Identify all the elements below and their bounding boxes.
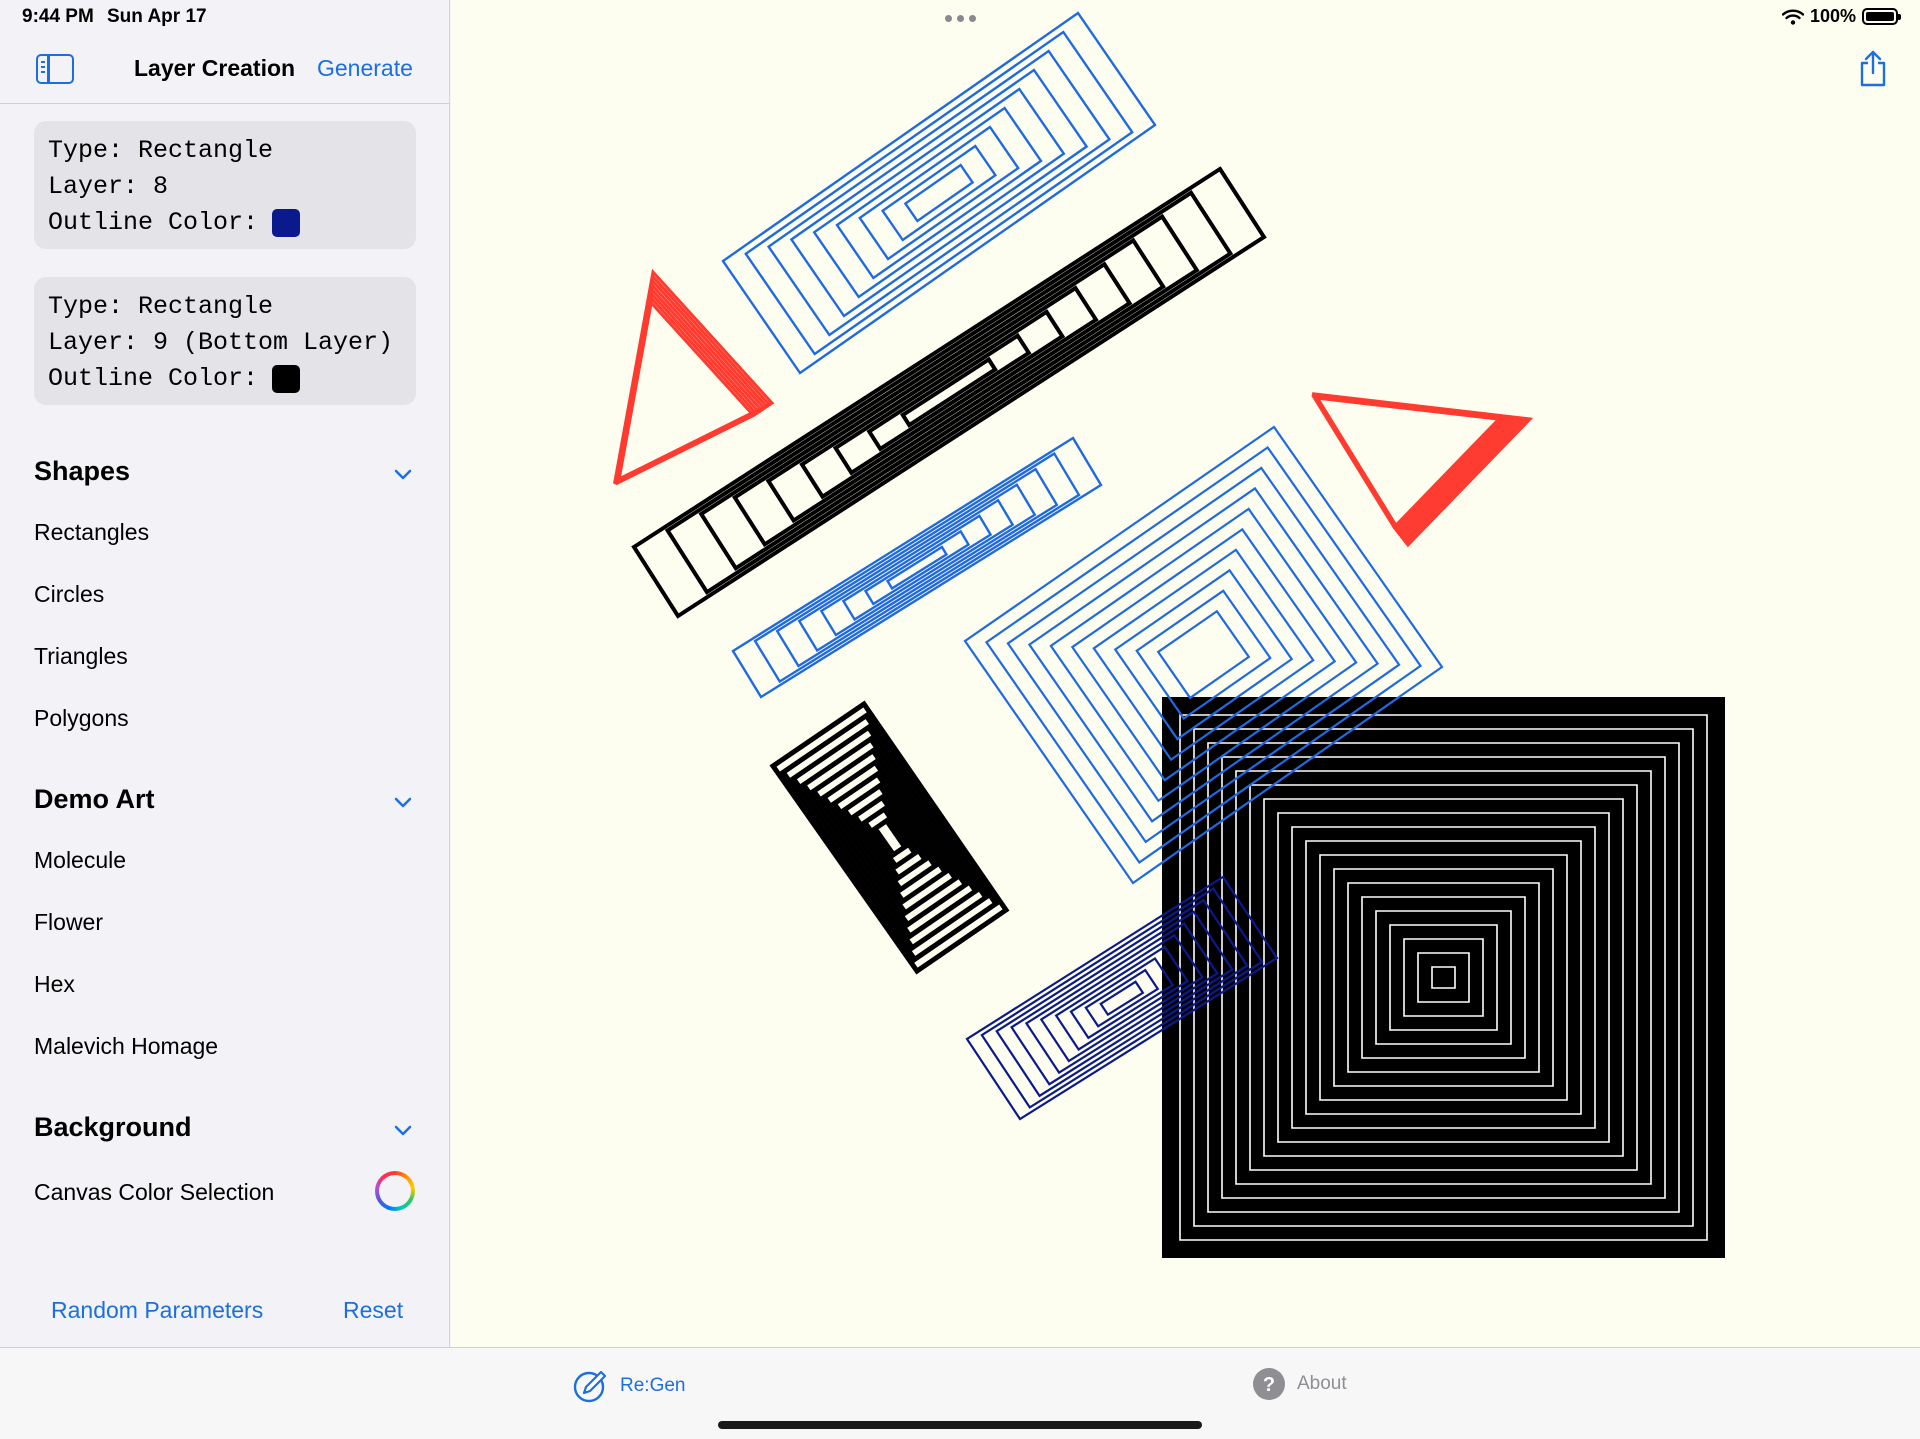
black-small-rectangle-shape: [769, 700, 1010, 975]
layer-type: Rectangle: [138, 136, 274, 165]
tab-regen[interactable]: Re:Gen: [572, 1368, 685, 1404]
color-wheel-icon[interactable]: [375, 1171, 415, 1211]
blue-thin-rectangle-shape: [731, 436, 1103, 699]
share-icon[interactable]: [1858, 50, 1888, 88]
section-title-shapes: Shapes: [34, 456, 131, 486]
blue-rectangle-shape: [721, 11, 1157, 375]
blue-thin-rectangle-shape: [775, 467, 1059, 668]
status-date: Sun Apr 17: [107, 6, 207, 27]
blue-rectangle-shape: [744, 30, 1134, 356]
outline-color-label: Outline Color:: [48, 208, 259, 237]
layer-number: 8: [153, 172, 169, 201]
reset-button[interactable]: Reset: [343, 1297, 403, 1324]
status-indicators: 100%: [1781, 6, 1901, 27]
more-options-icon[interactable]: [945, 15, 976, 22]
battery-percent: 100%: [1809, 6, 1856, 26]
section-title-background: Background: [34, 1112, 192, 1142]
canvas-color-selection-label: Canvas Color Selection: [34, 1179, 275, 1205]
tab-regen-label: Re:Gen: [620, 1375, 686, 1396]
art-canvas[interactable]: [451, 0, 1920, 1347]
generate-button[interactable]: Generate: [317, 55, 413, 82]
wifi-icon: [1781, 9, 1804, 25]
section-title-demo-art: Demo Art: [34, 784, 155, 814]
sidebar-toggle-icon[interactable]: [36, 54, 74, 84]
blue-rectangle-shape: [880, 144, 998, 242]
shape-item-rectangles[interactable]: Rectangles: [34, 519, 149, 546]
navy-rectangle-shape: [1069, 956, 1175, 1040]
blue-rectangle-shape: [835, 106, 1043, 280]
tab-about-label: About: [1297, 1373, 1347, 1394]
svg-text:?: ?: [1263, 1374, 1275, 1396]
demo-item-malevich-homage[interactable]: Malevich Homage: [34, 1033, 218, 1060]
navy-rectangle-shape: [1099, 980, 1145, 1017]
outline-color-label: Outline Color:: [48, 364, 259, 393]
layer-label: Layer:: [48, 172, 139, 201]
outline-color-swatch[interactable]: [272, 209, 301, 237]
shape-item-triangles[interactable]: Triangles: [34, 643, 128, 670]
question-mark-icon: ?: [1253, 1368, 1285, 1400]
sidebar: Layer Creation Generate Type: Rectangle …: [0, 0, 450, 1347]
blue-rectangle-shape: [903, 163, 975, 223]
type-label: Type:: [48, 136, 124, 165]
demo-item-molecule[interactable]: Molecule: [34, 847, 126, 874]
status-time: 9:44 PM: [22, 6, 94, 27]
red-triangle-shape: [615, 295, 759, 485]
layer-label: Layer:: [48, 328, 139, 357]
black-rectangle-shape: [832, 309, 1066, 476]
black-small-rectangle-shape: [779, 712, 1000, 963]
random-parameters-button[interactable]: Random Parameters: [51, 1297, 263, 1324]
chevron-down-icon[interactable]: [393, 792, 413, 812]
layer-card[interactable]: Type: Rectangle Layer: 8 Outline Color:: [34, 121, 416, 249]
generated-artwork: [612, 11, 1725, 1258]
type-label: Type:: [48, 292, 124, 321]
demo-item-hex[interactable]: Hex: [34, 971, 75, 998]
tab-about[interactable]: ? About: [1253, 1368, 1347, 1400]
layer-type: Rectangle: [138, 292, 274, 321]
blue-diamond-shape: [1156, 609, 1251, 700]
chevron-down-icon[interactable]: [393, 464, 413, 484]
outline-color-swatch[interactable]: [272, 365, 301, 393]
shape-item-polygons[interactable]: Polygons: [34, 705, 129, 732]
blue-thin-rectangle-shape: [819, 498, 1015, 637]
black-rectangle-shape: [732, 237, 1166, 548]
regen-pencil-icon: [573, 1370, 607, 1403]
demo-item-flower[interactable]: Flower: [34, 909, 103, 936]
layer-number: 9 (Bottom Layer): [153, 328, 394, 357]
battery-icon: [1862, 8, 1901, 25]
black-rectangle-shape: [765, 261, 1133, 524]
red-triangle-shape: [613, 277, 770, 485]
home-indicator: [718, 1421, 1202, 1429]
chevron-down-icon[interactable]: [393, 1120, 413, 1140]
blue-rectangle-shape: [789, 68, 1089, 318]
layer-card[interactable]: Type: Rectangle Layer: 9 (Bottom Layer) Ou…: [34, 277, 416, 405]
shape-item-circles[interactable]: Circles: [34, 581, 104, 608]
sidebar-title: Layer Creation: [134, 55, 296, 81]
